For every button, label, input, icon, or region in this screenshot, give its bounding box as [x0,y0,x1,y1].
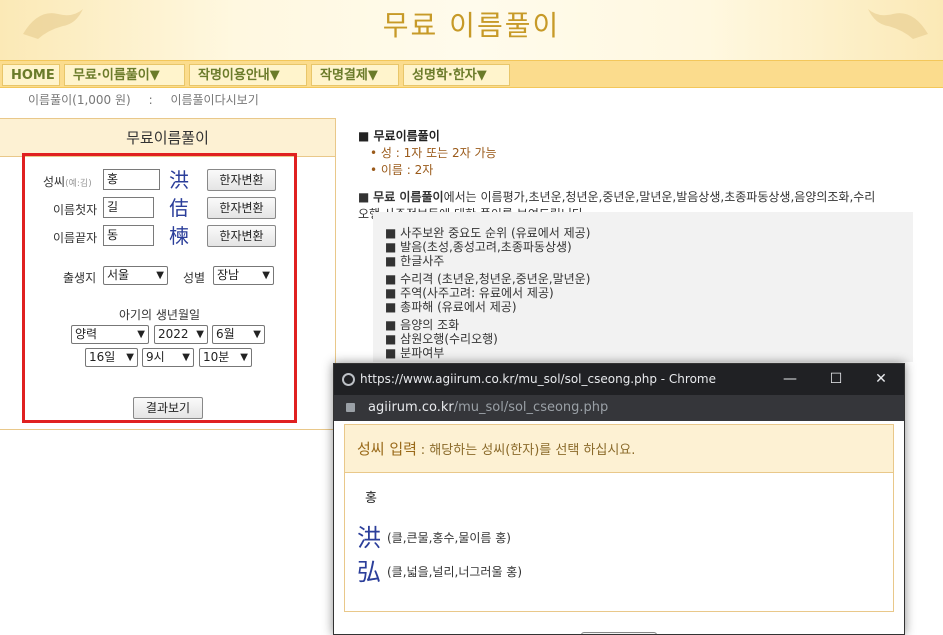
first-char-convert-button[interactable]: 한자변환 [207,197,276,219]
gender-value: 장남 [217,268,240,282]
feature-list: ■ 사주보완 중요도 순위 (유료에서 제공) ■ 발음(초성,종성고려,초종파… [373,212,913,362]
hanja-option[interactable]: 洪 (클,큰물,홍수,물이름 홍) [357,518,511,553]
last-char-hanja: 楝 [169,224,189,248]
chevron-down-icon: ▼ [182,352,190,363]
chevron-down-icon: ▼ [262,270,270,281]
nav-naming-payment[interactable]: 작명결제▼ [311,64,399,86]
surname-select-panel: 성씨 입력 : 해당하는 성씨(한자)를 선택 하십시요. 홍 洪 (클,큰물,홍… [344,424,894,612]
crane-decoration-icon [868,9,928,39]
hanja-option-char[interactable]: 洪 [357,524,381,552]
surname-input-title: 성씨 입력 [357,440,417,458]
year-value: 2022 [158,327,189,341]
surname-input-instruction: : 해당하는 성씨(한자)를 선택 하십시요. [420,443,636,458]
feature-item: ■ 총파해 (유료에서 제공) [385,300,517,314]
hour-select[interactable]: 9시 ▼ [142,348,194,367]
nav-home[interactable]: HOME [2,64,60,86]
info-heading: ■ 무료이름풀이 [358,129,440,143]
info-bullet-surname: • 성 : 1자 또는 2자 가능 [370,146,497,160]
popup-address-bar: agiirum.co.kr/mu_sol/sol_cseong.php [334,395,904,421]
calendar-type-value: 양력 [75,327,98,341]
popup-url: agiirum.co.kr/mu_sol/sol_cseong.php [368,395,608,421]
surname-label: 성씨(예:김) [43,173,92,190]
last-char-convert-button[interactable]: 한자변환 [207,225,276,247]
lock-icon [346,403,355,412]
site-header: 무료 이름풀이 [0,0,943,60]
show-result-button[interactable]: 결과보기 [133,397,203,419]
birth-date-label: 아기의 생년월일 [118,308,201,322]
sub-links: 이름풀이(1,000 원) : 이름풀이다시보기 [28,91,273,108]
gender-select[interactable]: 장남 ▼ [213,266,274,285]
month-value: 6월 [216,327,235,341]
info-paragraph-marker: ■ [358,190,374,204]
hanja-option-desc: (클,큰물,홍수,물이름 홍) [387,531,511,545]
nav-naming-guide[interactable]: 작명이용안내▼ [189,64,307,86]
chevron-down-icon: ▼ [196,329,204,340]
popup-window-title: https://www.agiirum.co.kr/mu_sol/sol_cse… [360,372,716,386]
feature-item: ■ 분파여부 [385,346,445,360]
hour-value: 9시 [146,350,165,364]
page-title: 무료 이름풀이 [382,9,561,42]
maximize-button[interactable]: ☐ [816,364,856,395]
url-domain: agiirum.co.kr [368,400,454,415]
first-char-input[interactable]: 길 [103,197,154,218]
calendar-type-select[interactable]: 양력 ▼ [71,325,149,344]
surname-hanja: 洪 [169,168,189,192]
nav-hanja[interactable]: 성명학·한자▼ [403,64,510,86]
hanja-option-desc: (클,넓을,널리,너그러울 홍) [387,565,523,579]
month-select[interactable]: 6월 ▼ [212,325,265,344]
naming-review-link[interactable]: 이름풀이다시보기 [170,93,258,107]
nav-free-naming[interactable]: 무료·이름풀이▼ [64,64,185,86]
birthplace-value: 서울 [107,268,130,282]
surname-hint: (예:김) [65,179,92,189]
day-value: 16일 [89,350,116,364]
first-char-label: 이름첫자 [53,203,98,217]
panel-heading: 무료이름풀이 [0,119,335,157]
chevron-down-icon: ▼ [253,329,261,340]
hanja-option[interactable]: 弘 (클,넓을,널리,너그러울 홍) [357,552,522,587]
surname-label-text: 성씨 [43,175,66,189]
gender-label: 성별 [183,271,206,285]
year-select[interactable]: 2022 ▼ [154,325,208,344]
minimize-button[interactable]: — [770,364,810,395]
day-select[interactable]: 16일 ▼ [85,348,138,367]
highlight-frame: 성씨(예:김) 홍 洪 한자변환 이름첫자 길 佶 한자변환 이름끝자 동 楝 … [22,153,297,423]
minute-select[interactable]: 10분 ▼ [199,348,252,367]
surname-input[interactable]: 홍 [103,169,160,190]
paid-naming-link[interactable]: 이름풀이(1,000 원) [28,93,131,107]
birthplace-label: 출생지 [63,271,97,285]
url-path: /mu_sol/sol_cseong.php [453,400,609,415]
last-char-label: 이름끝자 [53,231,98,245]
last-char-input[interactable]: 동 [103,225,154,246]
minute-value: 10분 [203,350,230,364]
first-char-hanja: 佶 [169,196,189,220]
info-bullet-name: • 이름 : 2자 [370,163,434,177]
info-section: ■ 무료이름풀이 • 성 : 1자 또는 2자 가능 • 이름 : 2자 ■ 무… [358,127,928,222]
info-paragraph-strong: 무료 이름풀이 [373,190,444,204]
surname-convert-button[interactable]: 한자변환 [207,169,276,191]
surname-select-heading: 성씨 입력 : 해당하는 성씨(한자)를 선택 하십시요. [345,425,893,473]
feature-item: ■ 한글사주 [385,254,445,268]
close-button[interactable]: ✕ [861,364,901,395]
chevron-down-icon: ▼ [126,352,134,363]
globe-icon [342,373,355,386]
popup-titlebar: https://www.agiirum.co.kr/mu_sol/sol_cse… [334,364,904,395]
chevron-down-icon: ▼ [137,329,145,340]
chrome-popup-window: https://www.agiirum.co.kr/mu_sol/sol_cse… [333,363,905,635]
hanja-option-char[interactable]: 弘 [357,558,381,586]
sub-links-separator: : [148,93,153,107]
free-naming-panel: 무료이름풀이 성씨(예:김) 홍 洪 한자변환 이름첫자 길 佶 한자변환 이름… [0,118,336,430]
chevron-down-icon: ▼ [156,270,164,281]
chevron-down-icon: ▼ [240,352,248,363]
main-nav: HOME 무료·이름풀이▼ 작명이용안내▼ 작명결제▼ 성명학·한자▼ [0,60,943,88]
entered-surname: 홍 [365,491,377,506]
birthplace-select[interactable]: 서울 ▼ [103,266,168,285]
info-paragraph-line1: 에서는 이름평가,초년운,청년운,중년운,말년운,발음상생,초종파동상생,음양의… [443,190,876,204]
